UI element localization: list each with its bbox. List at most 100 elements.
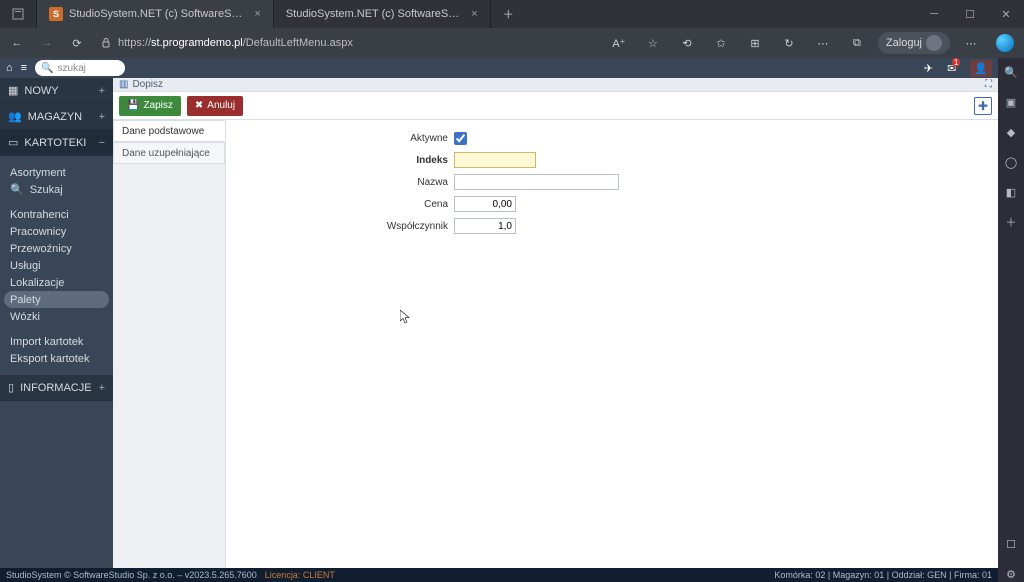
sidebar-item-uslugi[interactable]: Usługi [0,257,113,274]
edge-plus-icon[interactable]: ＋ [1003,214,1019,230]
save-icon: 💾 [127,100,139,111]
form-body: Aktywne Indeks Nazwa Cena [226,120,998,582]
item-label: Usługi [10,260,41,272]
star-icon[interactable]: ☆ [640,32,666,54]
sidebar-item-przewoznicy[interactable]: Przewoźnicy [0,240,113,257]
item-label: Lokalizacje [10,277,64,289]
close-tab-icon[interactable]: × [471,8,477,20]
page-title-bar: ▥ Dopisz ⛶ [113,78,998,92]
search-placeholder: szukaj [58,63,86,74]
sidebar-item-wozki[interactable]: Wózki [0,308,113,325]
app-search[interactable]: 🔍 szukaj [35,60,125,76]
sync-icon[interactable]: ⟲ [674,32,700,54]
item-label: Wózki [10,311,40,323]
sidebar-item-lokalizacje[interactable]: Lokalizacje [0,274,113,291]
footer-status: Komórka: 02 | Magazyn: 01 | Oddział: GEN… [774,570,992,580]
cancel-label: Anuluj [207,100,235,111]
form-tab-podstawowe[interactable]: Dane podstawowe [113,120,225,142]
input-cena[interactable] [454,196,516,212]
titlebar-menu[interactable] [0,0,37,28]
sidebar-item-szukaj[interactable]: 🔍 Szukaj [0,181,113,198]
cat-label: MAGAZYN [28,111,82,123]
label-cena: Cena [226,199,454,210]
form-tab-uzupelniajace[interactable]: Dane uzupełniające [113,142,225,164]
sidebar-cat-magazyn[interactable]: 👥 MAGAZYN + [0,104,113,130]
user-icon[interactable]: 👤 [970,60,992,77]
warehouse-icon: 👥 [8,110,22,123]
nav-forward[interactable]: → [36,32,58,54]
mail-icon[interactable]: ✉1 [947,62,956,75]
page-close-icon[interactable]: ⛶ [985,79,992,90]
sidebar-item-kontrahenci[interactable]: Kontrahenci [0,206,113,223]
history-icon[interactable]: ↻ [776,32,802,54]
nav-back[interactable]: ← [6,32,28,54]
checkbox-aktywne[interactable] [454,132,467,145]
app-bar: ⌂ ≡ 🔍 szukaj ✈ ✉1 👤 [0,58,998,78]
label-aktywne: Aktywne [226,133,454,144]
action-bar: 💾 Zapisz ✖ Anuluj ✚ [113,92,998,120]
input-indeks[interactable] [454,152,536,168]
search-icon: 🔍 [41,63,53,74]
menu-icon[interactable]: ⋯ [958,32,984,54]
cat-label: NOWY [24,85,58,97]
list-icon[interactable]: ≡ [21,62,27,74]
window-titlebar: S StudioSystem.NET (c) SoftwareS… × Stud… [0,0,1024,28]
plus-icon: ▦ [8,84,18,97]
window-close[interactable]: ✕ [988,0,1024,28]
new-tab[interactable]: ＋ [491,0,526,28]
edge-search-icon[interactable]: 🔍 [1003,64,1019,80]
sidebar-item-asortyment[interactable]: Asortyment [0,164,113,181]
cat-label: KARTOTEKI [24,137,86,149]
status-footer: StudioSystem © SoftwareStudio Sp. z o.o.… [0,568,998,582]
search-icon: 🔍 [10,183,24,196]
bing-icon[interactable] [992,32,1018,54]
favorites-icon[interactable]: ✩ [708,32,734,54]
browser-tab-1[interactable]: StudioSystem.NET (c) SoftwareS… × [274,0,491,28]
home-icon[interactable]: ⌂ [6,62,13,74]
extensions-icon[interactable]: ⋯ [810,32,836,54]
nav-reload[interactable]: ⟳ [66,32,88,54]
sidebar-cat-kartoteki[interactable]: ▭ KARTOTEKI − [0,130,113,156]
login-chip[interactable]: Zaloguj [878,32,950,54]
form-wrapper: Dane podstawowe Dane uzupełniające Aktyw… [113,120,998,582]
sidebar-item-eksport[interactable]: Eksport kartotek [0,350,113,367]
lock-icon [100,37,112,49]
browser-toolbar: ← → ⟳ https://st.programdemo.pl/DefaultL… [0,28,1024,58]
form-tabs: Dane podstawowe Dane uzupełniające [113,120,226,582]
edge-settings-icon[interactable]: ⚙ [1003,566,1019,582]
collections-icon[interactable]: ⊞ [742,32,768,54]
edge-tools-icon[interactable]: ◆ [1003,124,1019,140]
performance-icon[interactable]: ⧉ [844,32,870,54]
window-minimize[interactable]: ─ [916,0,952,28]
label-nazwa: Nazwa [226,177,454,188]
sidebar-cat-informacje[interactable]: ▯ INFORMACJE + [0,375,113,401]
item-label: Kontrahenci [10,209,69,221]
left-sidebar: ▦ NOWY + 👥 MAGAZYN + ▭ KARTOTEKI − Asort… [0,78,113,582]
edge-inbox-icon[interactable]: ☐ [1003,536,1019,552]
address-bar[interactable]: https://st.programdemo.pl/DefaultLeftMen… [96,32,456,54]
close-tab-icon[interactable]: × [254,8,260,20]
browser-tab-0[interactable]: S StudioSystem.NET (c) SoftwareS… × [37,0,274,28]
edge-shopping-icon[interactable]: ▣ [1003,94,1019,110]
item-label: Pracownicy [10,226,66,238]
window-maximize[interactable]: ☐ [952,0,988,28]
cancel-button[interactable]: ✖ Anuluj [187,96,243,116]
read-aloud-icon[interactable]: A⁺ [606,32,632,54]
favicon-icon: S [49,7,63,21]
url-path: /DefaultLeftMenu.aspx [243,37,353,49]
sidebar-item-import[interactable]: Import kartotek [0,333,113,350]
app-page: ⌂ ≡ 🔍 szukaj ✈ ✉1 👤 ▦ NOWY + 👥 MAGAZYN +… [0,58,998,582]
sidebar-item-pracownicy[interactable]: Pracownicy [0,223,113,240]
edge-games-icon[interactable]: ◯ [1003,154,1019,170]
item-label: Szukaj [30,184,63,196]
save-button[interactable]: 💾 Zapisz [119,96,181,116]
sidebar-cat-nowy[interactable]: ▦ NOWY + [0,78,113,104]
item-label: Przewoźnicy [10,243,72,255]
plane-icon[interactable]: ✈ [924,62,933,75]
add-page-button[interactable]: ✚ [974,97,992,115]
content-area: ▥ Dopisz ⛶ 💾 Zapisz ✖ Anuluj ✚ Dane pods… [113,78,998,582]
edge-office-icon[interactable]: ◧ [1003,184,1019,200]
sidebar-item-palety[interactable]: Palety [4,291,109,308]
input-wsp[interactable] [454,218,516,234]
input-nazwa[interactable] [454,174,619,190]
